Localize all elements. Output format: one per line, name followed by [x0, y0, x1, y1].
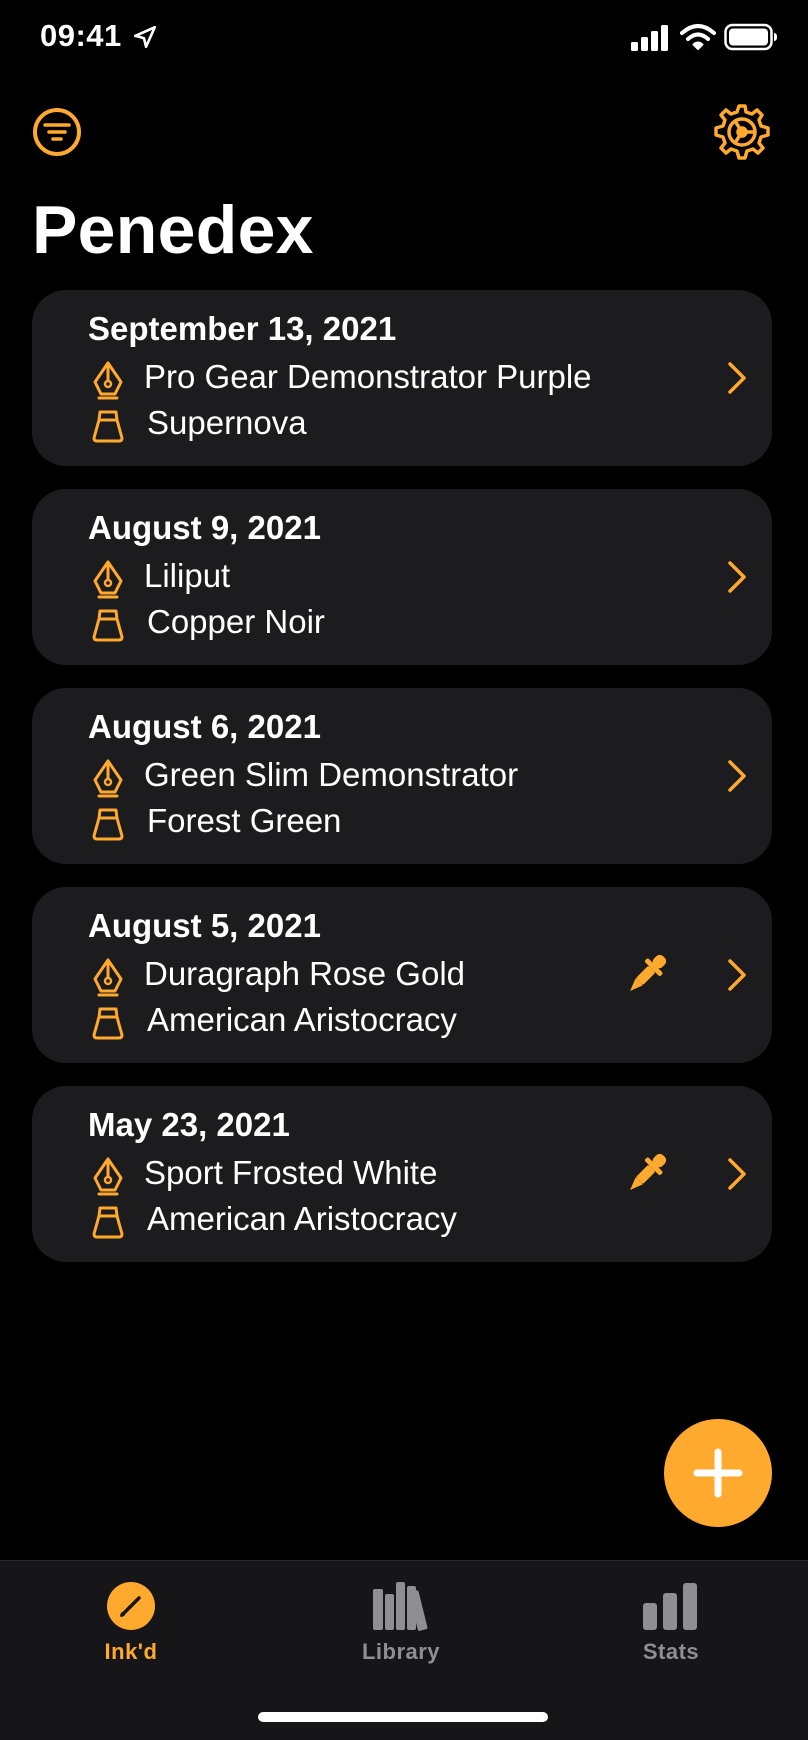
pen-nib-icon	[93, 958, 123, 997]
tab-label: Ink'd	[104, 1639, 158, 1664]
pen-nib-icon	[93, 759, 123, 798]
settings-button[interactable]	[713, 103, 771, 161]
entry-ink-name: Supernova	[147, 404, 307, 441]
entry-date: August 9, 2021	[88, 509, 321, 546]
entry-pen-name: Duragraph Rose Gold	[144, 955, 466, 992]
entry-card[interactable]: September 13, 2021 Pro Gear Demonstrator…	[32, 290, 772, 466]
chevron-right-icon	[728, 1158, 746, 1190]
chevron-right-icon	[728, 561, 746, 593]
entry-list: September 13, 2021 Pro Gear Demonstrator…	[32, 290, 772, 1285]
entry-pen-name: Pro Gear Demonstrator Purple	[144, 358, 592, 395]
eyedropper-icon	[630, 1153, 667, 1190]
filter-button[interactable]	[32, 107, 82, 157]
entry-ink-name: American Aristocracy	[147, 1001, 457, 1038]
entry-pen-name: Sport Frosted White	[144, 1154, 438, 1191]
entry-pen-name: Liliput	[144, 557, 231, 594]
add-entry-button[interactable]	[664, 1419, 772, 1527]
chevron-right-icon	[728, 959, 746, 991]
ink-bottle-icon	[92, 609, 124, 642]
eyedropper-icon	[630, 954, 667, 991]
status-time: 09:41	[40, 18, 122, 53]
tab-label: Stats	[642, 1639, 700, 1664]
plus-icon	[693, 1448, 743, 1498]
pen-nib-icon	[93, 361, 123, 400]
page-title: Penedex	[32, 192, 314, 268]
ink-bottle-icon	[92, 808, 124, 841]
tab-stats[interactable]: Stats	[596, 1581, 746, 1681]
pen-circle-icon	[107, 1582, 155, 1630]
tab-label: Library	[361, 1639, 441, 1664]
battery-icon	[724, 23, 777, 51]
entry-date: August 6, 2021	[88, 708, 321, 745]
tab-inkd[interactable]: Ink'd	[56, 1581, 206, 1681]
pen-nib-icon	[93, 560, 123, 599]
books-icon	[373, 1582, 428, 1631]
cellular-signal-icon	[631, 25, 668, 51]
entry-date: May 23, 2021	[88, 1106, 290, 1143]
entry-date: September 13, 2021	[88, 310, 397, 347]
chevron-right-icon	[728, 362, 746, 394]
entry-ink-name: Copper Noir	[147, 603, 325, 640]
entry-card[interactable]: August 5, 2021 Duragraph Rose Gold Ameri…	[32, 887, 772, 1063]
ink-bottle-icon	[92, 410, 124, 443]
entry-card[interactable]: May 23, 2021 Sport Frosted White America…	[32, 1086, 772, 1262]
location-arrow-icon	[133, 25, 157, 49]
pen-nib-icon	[93, 1157, 123, 1196]
home-indicator[interactable]	[258, 1712, 548, 1722]
tab-library[interactable]: Library	[326, 1581, 476, 1681]
ink-bottle-icon	[92, 1007, 124, 1040]
app-screen: 09:41 Penedex September 13, 2021 Pro Gea…	[0, 0, 808, 1740]
chevron-right-icon	[728, 760, 746, 792]
entry-pen-name: Green Slim Demonstrator	[144, 756, 519, 793]
entry-date: August 5, 2021	[88, 907, 321, 944]
entry-ink-name: American Aristocracy	[147, 1200, 457, 1237]
entry-ink-name: Forest Green	[147, 802, 342, 839]
wifi-icon	[680, 24, 716, 50]
entry-card[interactable]: August 9, 2021 Liliput Copper Noir	[32, 489, 772, 665]
entry-card[interactable]: August 6, 2021 Green Slim Demonstrator F…	[32, 688, 772, 864]
bar-chart-icon	[643, 1583, 697, 1630]
ink-bottle-icon	[92, 1206, 124, 1239]
